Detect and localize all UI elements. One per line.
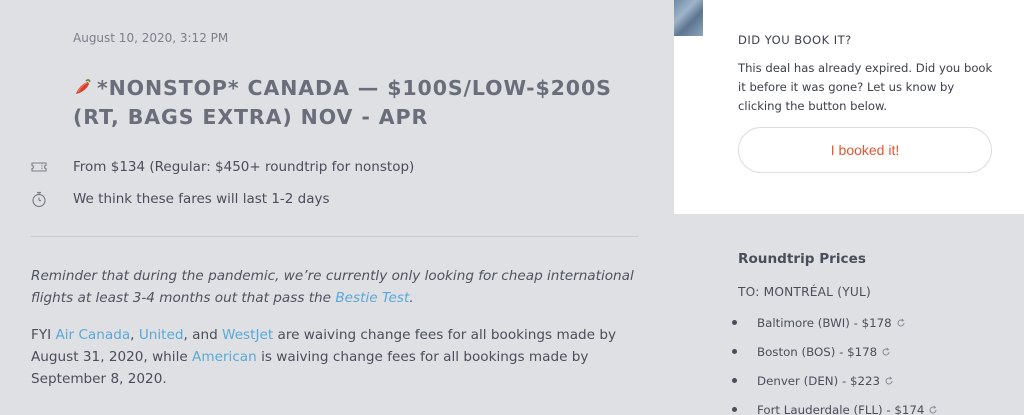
list-item[interactable]: Fort Lauderdale (FLL) - $174: [732, 395, 938, 415]
list-item[interactable]: Denver (DEN) - $223: [732, 366, 938, 395]
list-item[interactable]: Boston (BOS) - $178: [732, 337, 938, 366]
refresh-icon: [884, 376, 894, 386]
deal-main-panel: August 10, 2020, 3:12 PM *NONSTOP* CANAD…: [0, 0, 674, 415]
deal-title: *NONSTOP* CANADA — $100S/LOW-$200S (RT, …: [73, 74, 663, 132]
prices-heading: Roundtrip Prices: [738, 251, 866, 267]
fyi-start: FYI: [31, 327, 56, 343]
price-label: Denver (DEN) - $223: [757, 373, 881, 388]
reminder-text: Reminder that during the pandemic, we’re…: [31, 268, 634, 306]
price-label: Fort Lauderdale (FLL) - $174: [757, 402, 925, 415]
destination-label: TO: MONTRÉAL (YUL): [738, 285, 871, 299]
westjet-link[interactable]: WestJet: [222, 327, 273, 343]
refresh-icon: [896, 318, 906, 328]
booking-text: This deal has already expired. Did you b…: [738, 61, 993, 113]
fyi-sep2: , and: [183, 327, 223, 343]
deal-title-text: *NONSTOP* CANADA — $100S/LOW-$200S (RT, …: [73, 76, 612, 129]
bullet: [732, 349, 737, 354]
list-item[interactable]: Baltimore (BWI) - $178: [732, 308, 938, 337]
bullet: [732, 407, 737, 412]
duration-text: We think these fares will last 1-2 days: [73, 191, 330, 207]
american-link[interactable]: American: [192, 349, 257, 365]
duration-row: We think these fares will last 1-2 days: [30, 190, 330, 208]
refresh-icon: [928, 405, 938, 415]
pandemic-reminder: Reminder that during the pandemic, we’re…: [31, 265, 641, 309]
price-list: Baltimore (BWI) - $178 Boston (BOS) - $1…: [732, 308, 938, 415]
fyi-sep1: ,: [130, 327, 139, 343]
price-summary-text: From $134 (Regular: $450+ roundtrip for …: [73, 159, 415, 175]
bullet: [732, 378, 737, 383]
chili-pepper-icon: [76, 79, 91, 94]
booked-it-button[interactable]: I booked it!: [738, 127, 992, 173]
united-link[interactable]: United: [139, 327, 184, 343]
price-label: Boston (BOS) - $178: [757, 344, 878, 359]
air-canada-link[interactable]: Air Canada: [55, 327, 130, 343]
bestie-test-link[interactable]: Bestie Test: [335, 290, 409, 306]
divider: [31, 236, 638, 237]
post-date: August 10, 2020, 3:12 PM: [73, 31, 229, 45]
destination-thumbnail: [674, 0, 703, 36]
ticket-icon: [30, 158, 48, 176]
stopwatch-icon: [30, 190, 48, 208]
bullet: [732, 320, 737, 325]
booking-heading: DID YOU BOOK IT?: [738, 33, 852, 47]
price-summary-row: From $134 (Regular: $450+ roundtrip for …: [30, 158, 414, 176]
refresh-icon: [881, 347, 891, 357]
price-label: Baltimore (BWI) - $178: [757, 315, 892, 330]
reminder-end: .: [409, 290, 414, 306]
change-fees-note: FYI Air Canada, United, and WestJet are …: [31, 324, 641, 390]
